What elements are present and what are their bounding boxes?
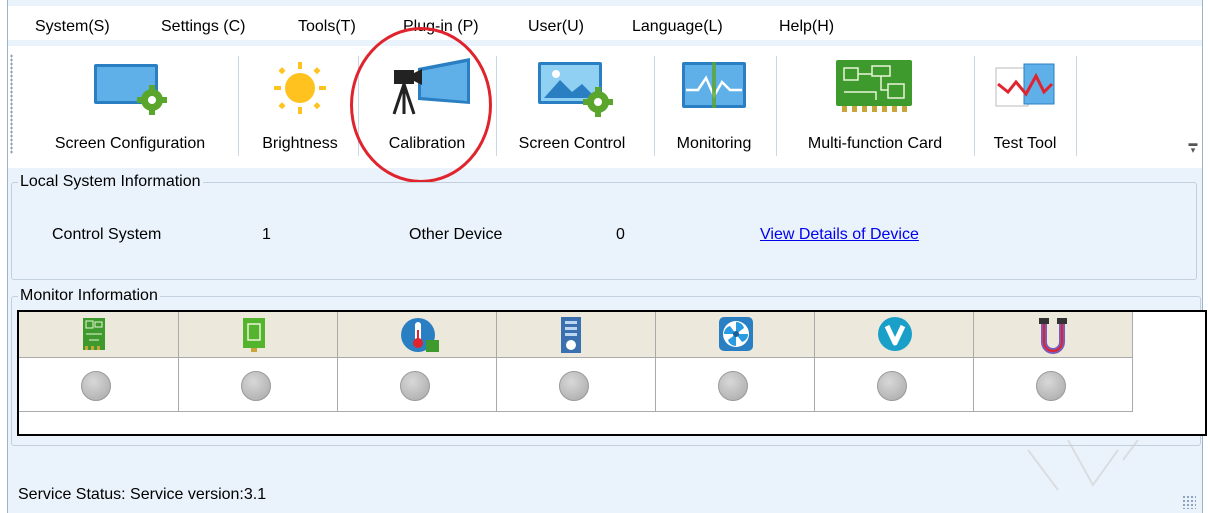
monitor-status-cell bbox=[19, 357, 179, 412]
screen-config-icon bbox=[94, 64, 167, 115]
monitor-header-cell bbox=[338, 312, 497, 357]
main-window: System(S) Settings (C) Tools(T) Plug-in … bbox=[7, 0, 1207, 513]
monitor-header-cell bbox=[656, 312, 815, 357]
screen-configuration-button[interactable]: Screen Configuration bbox=[30, 46, 230, 164]
menu-help[interactable]: Help(H) bbox=[779, 18, 834, 36]
calibration-button[interactable]: Calibration bbox=[368, 46, 486, 164]
screen-configuration-label: Screen Configuration bbox=[54, 135, 206, 152]
monitor-header-cell bbox=[974, 312, 1133, 357]
status-indicator bbox=[81, 371, 111, 401]
other-device-label: Other Device bbox=[409, 226, 503, 243]
status-indicator bbox=[400, 371, 430, 401]
monitor-header-cell bbox=[815, 312, 974, 357]
local-system-title: Local System Information bbox=[18, 173, 203, 191]
toolbar-separator bbox=[974, 56, 975, 156]
fan-icon bbox=[719, 317, 753, 351]
toolbar-separator bbox=[776, 56, 777, 156]
menu-system[interactable]: System(S) bbox=[35, 18, 110, 36]
monitor-status-cell bbox=[974, 357, 1133, 412]
monitor-status-cell bbox=[179, 357, 338, 412]
monitoring-button[interactable]: Monitoring bbox=[660, 46, 768, 164]
local-system-group: Local System Information Control System … bbox=[11, 173, 1197, 280]
monitor-header-cell bbox=[497, 312, 656, 357]
status-indicator bbox=[559, 371, 589, 401]
resize-grip[interactable] bbox=[1182, 495, 1196, 509]
view-details-link[interactable]: View Details of Device bbox=[760, 226, 919, 244]
status-indicator bbox=[877, 371, 907, 401]
test-tool-label: Test Tool bbox=[993, 135, 1057, 152]
screen-control-label: Screen Control bbox=[518, 135, 626, 152]
monitor-info-title: Monitor Information bbox=[18, 287, 160, 305]
multi-function-card-button[interactable]: Multi-function Card bbox=[782, 46, 968, 164]
monitor-status-cell bbox=[338, 357, 497, 412]
status-indicator bbox=[718, 371, 748, 401]
monitor-header-cell bbox=[179, 312, 338, 357]
cable-icon bbox=[1039, 318, 1067, 354]
control-system-label: Control System bbox=[52, 226, 162, 243]
menu-language[interactable]: Language(L) bbox=[632, 18, 723, 36]
toolbar-separator bbox=[654, 56, 655, 156]
circuit-board-icon bbox=[836, 60, 912, 112]
toolbar-overflow-icon[interactable]: ▬ ▾ bbox=[1188, 139, 1198, 155]
sun-icon bbox=[274, 62, 326, 114]
status-indicator bbox=[1036, 371, 1066, 401]
menu-bar: System(S) Settings (C) Tools(T) Plug-in … bbox=[8, 6, 1202, 40]
voltage-icon bbox=[878, 317, 912, 351]
monitor-header-cell bbox=[19, 312, 179, 357]
menu-settings[interactable]: Settings (C) bbox=[161, 18, 245, 36]
monitor-table bbox=[17, 310, 1207, 436]
test-tool-button[interactable]: Test Tool bbox=[980, 46, 1070, 164]
toolbar-separator bbox=[1076, 56, 1077, 156]
menu-tools[interactable]: Tools(T) bbox=[298, 18, 356, 36]
menu-user[interactable]: User(U) bbox=[528, 18, 584, 36]
toolbar-separator bbox=[238, 56, 239, 156]
monitor-status-cell bbox=[656, 357, 815, 412]
other-device-value: 0 bbox=[616, 226, 625, 243]
power-supply-icon bbox=[561, 317, 581, 353]
toolbar-grip[interactable] bbox=[10, 54, 13, 154]
brightness-label: Brightness bbox=[262, 135, 338, 152]
chart-test-icon bbox=[995, 63, 1055, 107]
monitor-status-cell bbox=[815, 357, 974, 412]
screen-control-button[interactable]: Screen Control bbox=[502, 46, 642, 164]
service-status-text: Service Status: Service version:3.1 bbox=[18, 486, 267, 503]
monitoring-label: Monitoring bbox=[676, 135, 752, 152]
calibration-label: Calibration bbox=[388, 135, 466, 152]
module-card-icon bbox=[243, 318, 265, 352]
monitor-status-cell bbox=[497, 357, 656, 412]
toolbar-separator bbox=[358, 56, 359, 156]
screen-control-icon bbox=[538, 62, 613, 117]
toolbar-separator bbox=[496, 56, 497, 156]
multi-function-card-label: Multi-function Card bbox=[807, 135, 943, 152]
status-indicator bbox=[241, 371, 271, 401]
temperature-icon bbox=[401, 318, 439, 352]
control-system-value: 1 bbox=[262, 226, 271, 243]
camera-screen-icon bbox=[392, 58, 470, 115]
toolbar: Screen Configuration Brightness Calibrat… bbox=[8, 46, 1202, 168]
menu-plugin[interactable]: Plug-in (P) bbox=[403, 18, 479, 36]
brightness-button[interactable]: Brightness bbox=[246, 46, 354, 164]
receiving-card-icon bbox=[83, 318, 105, 350]
monitor-wave-icon bbox=[682, 62, 746, 108]
